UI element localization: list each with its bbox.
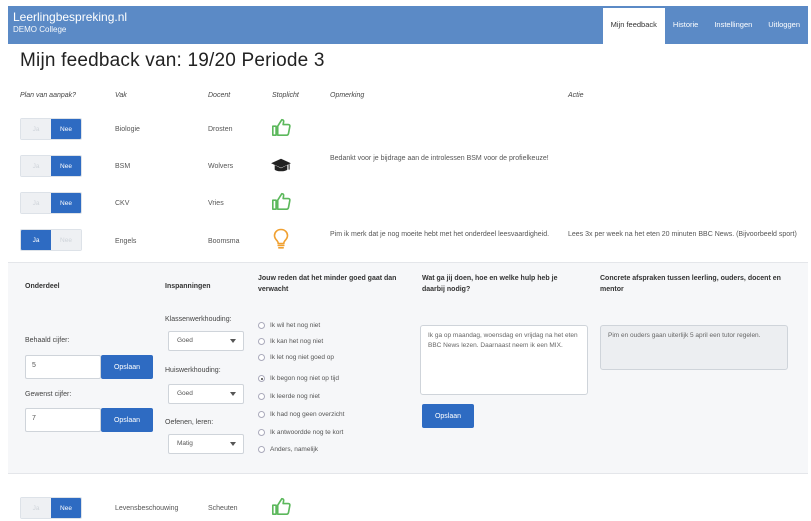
chevron-down-icon: [230, 339, 236, 343]
header-afspraken: Concrete afspraken tussen leerling, oude…: [600, 275, 781, 293]
nav-mijn-feedback[interactable]: Mijn feedback: [602, 8, 665, 44]
docent-cell: Boomsma: [208, 238, 240, 245]
school-name: DEMO College: [13, 25, 67, 34]
toggle-ja[interactable]: Ja: [21, 230, 51, 250]
toggle-ja[interactable]: Ja: [21, 498, 51, 518]
opslaan-hulp-button[interactable]: Opslaan: [422, 404, 474, 428]
behaald-cijfer-input[interactable]: 5: [25, 355, 101, 379]
reason-option[interactable]: Ik wil het nog niet: [258, 322, 320, 329]
graduation-cap-icon: [271, 158, 291, 172]
radio-button[interactable]: [258, 429, 265, 436]
page-title: Mijn feedback van: 19/20 Periode 3: [20, 50, 325, 71]
plan-toggle[interactable]: Ja Nee: [20, 155, 82, 177]
reason-option[interactable]: Ik begon nog niet op tijd: [258, 375, 339, 382]
toggle-nee[interactable]: Nee: [51, 193, 81, 213]
klassenwerkhouding-label: Klassenwerkhouding:: [165, 316, 232, 323]
docent-cell: Scheuten: [208, 505, 238, 512]
col-vak: Vak: [115, 92, 127, 99]
toggle-ja[interactable]: Ja: [21, 119, 51, 139]
radio-button-selected[interactable]: [258, 375, 265, 382]
gewenst-cijfer-input[interactable]: 7: [25, 408, 101, 432]
reason-option[interactable]: Ik let nog niet goed op: [258, 354, 334, 361]
vak-cell: Levensbeschouwing: [115, 505, 179, 512]
toggle-nee[interactable]: Nee: [51, 498, 81, 518]
reason-option[interactable]: Ik leerde nog niet: [258, 393, 320, 400]
main-nav: Mijn feedback Historie Instellingen Uitl…: [602, 6, 808, 44]
toggle-nee[interactable]: Nee: [51, 230, 81, 250]
plan-toggle[interactable]: Ja Nee: [20, 229, 82, 251]
reason-label: Ik let nog niet goed op: [270, 354, 334, 361]
brand-name: Leerlingbespreking.nl: [13, 10, 128, 24]
radio-button[interactable]: [258, 338, 265, 345]
toggle-ja[interactable]: Ja: [21, 156, 51, 176]
nav-instellingen[interactable]: Instellingen: [706, 6, 760, 44]
reason-label: Ik had nog geen overzicht: [270, 411, 345, 418]
reason-label: Ik kan het nog niet: [270, 338, 324, 345]
toggle-ja[interactable]: Ja: [21, 193, 51, 213]
header-hulp: Wat ga jij doen, hoe en welke hulp heb j…: [422, 275, 558, 293]
lightbulb-icon: [273, 228, 289, 249]
header-inspanningen: Inspanningen: [165, 283, 211, 290]
klassenwerkhouding-value: Goed: [177, 337, 193, 344]
toggle-nee[interactable]: Nee: [51, 119, 81, 139]
nav-historie[interactable]: Historie: [665, 6, 706, 44]
docent-cell: Vries: [208, 200, 224, 207]
reason-label: Ik antwoordde nog te kort: [270, 429, 344, 436]
oefenen-value: Matig: [177, 440, 193, 447]
top-navbar: Leerlingbespreking.nl DEMO College Mijn …: [8, 6, 808, 44]
radio-button[interactable]: [258, 446, 265, 453]
actie-cell: Lees 3x per week na het eten 20 minuten …: [568, 231, 797, 238]
toggle-nee[interactable]: Nee: [51, 156, 81, 176]
thumbs-up-icon: [272, 497, 291, 515]
col-plan: Plan van aanpak?: [20, 92, 77, 99]
col-actie: Actie: [568, 92, 584, 99]
opmerking-cell: Bedankt voor je bijdrage aan de introles…: [330, 155, 549, 162]
header-onderdeel: Onderdeel: [25, 283, 60, 290]
reason-label: Ik begon nog niet op tijd: [270, 375, 340, 382]
opmerking-cell: Pim ik merk dat je nog moeite hebt met h…: [330, 231, 550, 238]
oefenen-label: Oefenen, leren:: [165, 419, 214, 426]
behaald-label: Behaald cijfer:: [25, 337, 70, 344]
plan-toggle[interactable]: Ja Nee: [20, 497, 82, 519]
reason-label: Ik wil het nog niet: [270, 322, 321, 329]
radio-button[interactable]: [258, 354, 265, 361]
reason-label: Anders, namelijk: [270, 446, 319, 453]
huiswerkhouding-value: Goed: [177, 390, 193, 397]
radio-button[interactable]: [258, 393, 265, 400]
radio-button[interactable]: [258, 322, 265, 329]
vak-cell: BSM: [115, 163, 131, 170]
thumbs-up-icon: [272, 192, 291, 210]
docent-cell: Wolvers: [208, 163, 234, 170]
radio-button[interactable]: [258, 411, 265, 418]
huiswerkhouding-select[interactable]: Goed: [168, 384, 244, 404]
opslaan-gewenst-button[interactable]: Opslaan: [101, 408, 153, 432]
gewenst-label: Gewenst cijfer:: [25, 391, 72, 398]
chevron-down-icon: [230, 442, 236, 446]
docent-cell: Drosten: [208, 126, 233, 133]
opslaan-behaald-button[interactable]: Opslaan: [101, 355, 153, 379]
plan-toggle[interactable]: Ja Nee: [20, 192, 82, 214]
col-stoplicht: Stoplicht: [272, 92, 299, 99]
reason-label: Ik leerde nog niet: [270, 393, 320, 400]
hulp-textarea[interactable]: Ik ga op maandag, woensdag en vrijdag na…: [420, 325, 588, 395]
oefenen-select[interactable]: Matig: [168, 434, 244, 454]
col-docent: Docent: [208, 92, 231, 99]
vak-cell: CKV: [115, 200, 130, 207]
vak-cell: Biologie: [115, 126, 140, 133]
klassenwerkhouding-select[interactable]: Goed: [168, 331, 244, 351]
reason-option[interactable]: Ik had nog geen overzicht: [258, 411, 344, 418]
reason-option[interactable]: Anders, namelijk: [258, 446, 318, 453]
huiswerkhouding-label: Huiswerkhouding:: [165, 367, 221, 374]
reason-option[interactable]: Ik kan het nog niet: [258, 338, 323, 345]
reason-option[interactable]: Ik antwoordde nog te kort: [258, 429, 343, 436]
plan-toggle[interactable]: Ja Nee: [20, 118, 82, 140]
vak-cell: Engels: [115, 238, 137, 245]
nav-uitloggen[interactable]: Uitloggen: [760, 6, 808, 44]
chevron-down-icon: [230, 392, 236, 396]
col-opmerking: Opmerking: [330, 92, 365, 99]
afspraken-textarea: Pim en ouders gaan uiterlijk 5 april een…: [600, 325, 788, 370]
thumbs-up-icon: [272, 118, 291, 136]
brand[interactable]: Leerlingbespreking.nl DEMO College: [13, 11, 127, 35]
header-reden: Jouw reden dat het minder goed gaat dan …: [258, 275, 397, 293]
